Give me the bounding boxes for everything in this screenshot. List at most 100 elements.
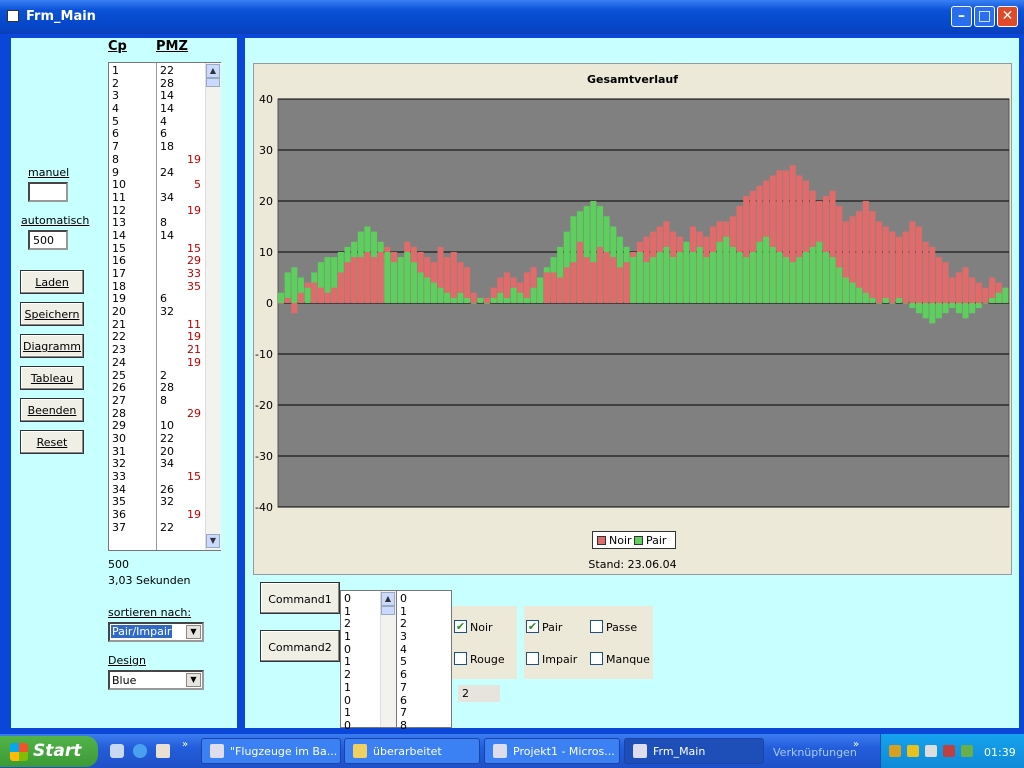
- list-one-item[interactable]: 1: [344, 706, 351, 720]
- pmz-header: PMZ: [156, 39, 188, 54]
- minimize-button[interactable]: –: [951, 6, 972, 27]
- command1-button[interactable]: Command1: [260, 582, 340, 614]
- title-bar[interactable]: Frm_Main – □ ✕: [0, 0, 1024, 34]
- chart-legend: Noir Pair: [592, 531, 676, 549]
- manuel-input[interactable]: [28, 182, 68, 202]
- pmz-column: 22 28 14 14 4 6 18 24 34 8 14 6 32 2 28 8 10 22 20 34 26 32 22: [160, 64, 174, 534]
- noir-bar: [297, 292, 304, 303]
- design-label: Design: [108, 654, 146, 667]
- list-one-item[interactable]: 0: [344, 719, 351, 733]
- pair-bar: [995, 292, 1002, 303]
- show-desktop-icon[interactable]: [110, 744, 124, 758]
- reset-button[interactable]: Reset: [20, 430, 84, 454]
- close-button[interactable]: ✕: [997, 6, 1018, 27]
- pair-bar: [457, 292, 464, 303]
- cp-pmz-list[interactable]: 1 2 3 4 5 6 7 8 9 10 11 12 13 14 15 16 17 18 19 20 21 22 23 24 2…: [108, 62, 221, 551]
- pair-bar: [656, 252, 663, 303]
- pair-bar: [450, 297, 457, 303]
- maximize-button[interactable]: □: [974, 6, 995, 27]
- start-button[interactable]: Start: [0, 736, 98, 767]
- list-two-item[interactable]: 7: [400, 706, 407, 720]
- scroll-up-icon[interactable]: ▲: [206, 64, 220, 78]
- pmz-cell: [160, 471, 174, 484]
- pmz-cell: [160, 331, 174, 344]
- list-one-item[interactable]: 1: [344, 681, 351, 695]
- pair-bar: [417, 272, 424, 303]
- noir-checkbox[interactable]: ✔: [454, 620, 467, 633]
- pmz-red-cell: 19: [187, 152, 201, 166]
- tray-icon-4[interactable]: [943, 745, 955, 757]
- noir-bar: [889, 231, 896, 303]
- list-two-item[interactable]: 0: [400, 592, 407, 606]
- links-toolbar[interactable]: Verknüpfungen: [773, 746, 857, 759]
- list-two[interactable]: 01234567678: [396, 590, 452, 732]
- pair-bar: [304, 287, 311, 303]
- chevron-down-icon[interactable]: ▼: [186, 673, 201, 687]
- list-one[interactable]: 01210121010 ▲: [340, 590, 396, 732]
- impair-checkbox[interactable]: [526, 652, 539, 665]
- task-flugzeuge[interactable]: "Flugzeuge im Ba...: [201, 738, 341, 764]
- beenden-button[interactable]: Beenden: [20, 398, 84, 422]
- tray-icon-1[interactable]: [889, 745, 901, 757]
- media-player-icon[interactable]: [156, 744, 170, 758]
- sort-combo[interactable]: Pair/Impair ▼: [108, 622, 204, 642]
- laden-button[interactable]: Laden: [20, 270, 84, 294]
- sort-value: Pair/Impair: [111, 625, 173, 638]
- speichern-button[interactable]: Speichern: [20, 302, 84, 326]
- scroll-up-icon[interactable]: ▲: [381, 592, 395, 606]
- column-divider: [156, 63, 157, 550]
- noir-bar: [935, 257, 942, 303]
- passe-checkbox[interactable]: [590, 620, 603, 633]
- quicklaunch-more-icon[interactable]: »: [182, 739, 188, 750]
- list-scrollbar[interactable]: ▲ ▼: [205, 63, 221, 550]
- task-frm-main[interactable]: Frm_Main: [624, 738, 764, 764]
- task-projekt1[interactable]: Projekt1 - Micros...: [484, 738, 620, 764]
- list-one-scrollbar[interactable]: ▲: [380, 591, 396, 727]
- automatisch-label: automatisch: [21, 214, 90, 227]
- list-one-item[interactable]: 2: [344, 668, 351, 682]
- diagramm-button[interactable]: Diagramm: [20, 334, 84, 358]
- tray-icon-3[interactable]: [925, 745, 937, 757]
- pair-bar: [503, 297, 510, 303]
- tableau-button[interactable]: Tableau: [20, 366, 84, 390]
- manque-checkbox[interactable]: [590, 652, 603, 665]
- pair-bar: [523, 297, 530, 303]
- pmz-red-cell: [187, 484, 201, 497]
- legend-pair-swatch: [634, 536, 643, 545]
- cp-cell: 37: [112, 520, 126, 534]
- list-two-item[interactable]: 3: [400, 630, 407, 644]
- pair-bar: [849, 282, 856, 303]
- noir-bar: [616, 267, 623, 303]
- noir-bar: [371, 257, 378, 303]
- pmz-red-cell: 21: [187, 343, 201, 357]
- list-one-item[interactable]: 0: [344, 592, 351, 606]
- chevron-down-icon[interactable]: ▼: [186, 625, 201, 639]
- pmz-red-cell: 19: [187, 203, 201, 217]
- pmz-red-cell: [187, 293, 201, 306]
- list-two-item[interactable]: 8: [400, 719, 407, 733]
- pair-checkbox[interactable]: ✔: [526, 620, 539, 633]
- tray-icon-5[interactable]: [961, 745, 973, 757]
- scroll-thumb[interactable]: [381, 606, 395, 615]
- automatisch-input[interactable]: 500: [28, 230, 68, 250]
- color-group: [452, 606, 517, 679]
- internet-explorer-icon[interactable]: [133, 744, 147, 758]
- design-combo[interactable]: Blue ▼: [108, 670, 204, 690]
- links-more-icon[interactable]: »: [853, 739, 859, 750]
- rouge-checkbox[interactable]: [454, 652, 467, 665]
- list-two-item[interactable]: 7: [400, 681, 407, 695]
- pair-bar: [962, 303, 969, 319]
- list-one-item[interactable]: 1: [344, 630, 351, 644]
- noir-bar: [563, 267, 570, 303]
- y-tick-label: 20: [259, 195, 273, 208]
- chart-container: Gesamtverlauf 40 30 20 10 0 -10 -20 -30 -40 Noir…: [253, 63, 1012, 575]
- list-two-item[interactable]: 6: [400, 668, 407, 682]
- scroll-down-icon[interactable]: ▼: [206, 534, 220, 548]
- task-ueberarbeitet[interactable]: überarbeitet: [344, 738, 480, 764]
- pair-bar: [404, 252, 411, 303]
- noir-bar: [882, 226, 889, 303]
- scroll-thumb[interactable]: [206, 78, 220, 87]
- zonealarm-icon[interactable]: [907, 745, 919, 757]
- pair-bar: [935, 303, 942, 319]
- command2-button[interactable]: Command2: [260, 630, 340, 662]
